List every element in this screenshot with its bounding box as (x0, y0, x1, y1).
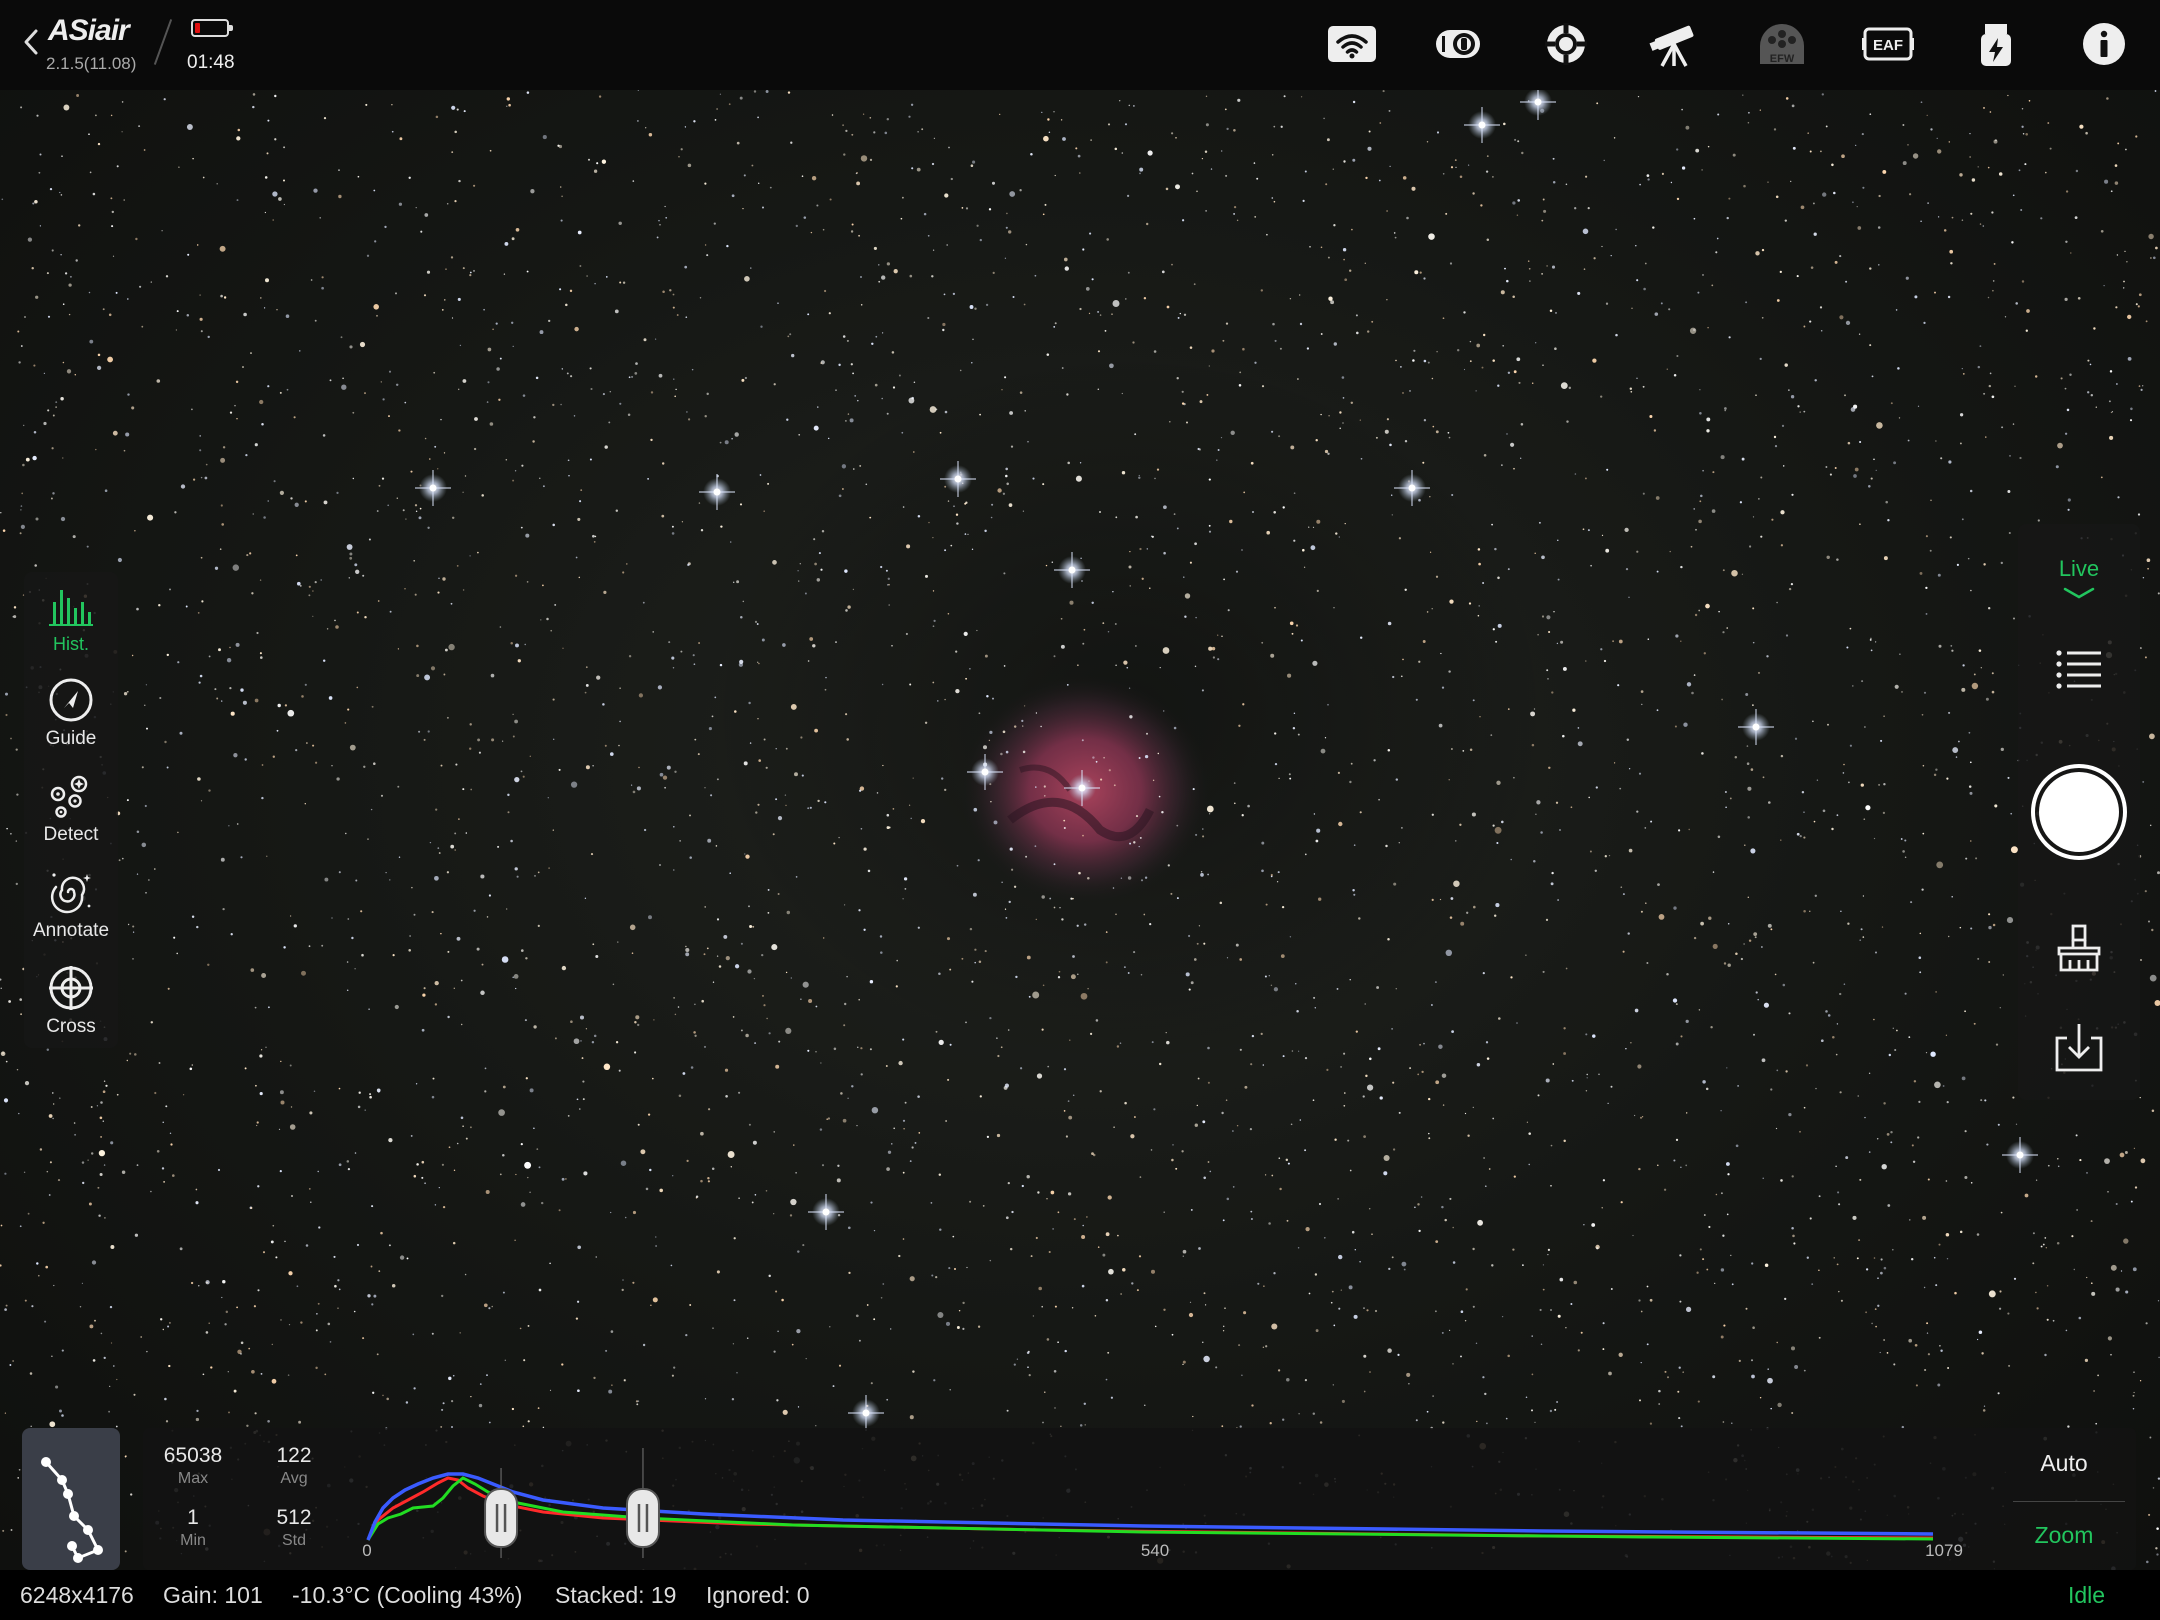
shutter-button[interactable] (2031, 764, 2127, 860)
app-logo: ASiair (48, 14, 130, 47)
list-icon[interactable] (2051, 639, 2107, 695)
tool-annotate-label: Annotate (32, 920, 110, 941)
black-point-handle[interactable] (484, 1488, 519, 1548)
status-state: Idle (2068, 1582, 2106, 1608)
clear-brush-icon[interactable] (2051, 922, 2107, 978)
guide-compass-icon (49, 678, 93, 722)
top-bar: ASiair 2.1.5(11.08) 01:48 EFW EAF (0, 0, 2160, 90)
live-image-view[interactable] (0, 90, 2160, 1570)
tool-cross-label: Cross (46, 1016, 96, 1037)
app-version: 2.1.5(11.08) (46, 54, 137, 73)
tool-guide-label: Guide (45, 728, 97, 749)
status-ignored: Ignored: 0 (706, 1582, 810, 1608)
right-control-panel: Live (2018, 524, 2140, 1100)
status-gain: Gain: 101 (163, 1582, 263, 1608)
auto-stretch-button[interactable]: Auto (2004, 1450, 2124, 1477)
status-stacked: Stacked: 19 (555, 1582, 677, 1608)
mode-selector-live[interactable]: Live (2018, 556, 2140, 582)
telescope-icon[interactable] (1646, 18, 1702, 70)
histogram-chart: 0 540 1079 (362, 1448, 1963, 1560)
info-icon[interactable] (2076, 18, 2132, 70)
status-bar: 6248x4176 Gain: 101 -10.3°C (Cooling 43%… (0, 1570, 2160, 1620)
constellation-icon (41, 1457, 103, 1563)
annotate-galaxy-icon (50, 873, 91, 914)
zoom-button[interactable]: Zoom (2004, 1522, 2124, 1549)
eaf-label: EAF (1873, 37, 1903, 54)
crosshair-icon (49, 966, 93, 1010)
axis-tick-540: 540 (1141, 1541, 1169, 1560)
axis-tick-1079: 1079 (1925, 1541, 1963, 1560)
battery-icon (191, 19, 233, 37)
hist-button-divider (2013, 1501, 2125, 1502)
eaf-icon[interactable]: EAF (1860, 18, 1916, 70)
plate-solve-target-button[interactable] (22, 1428, 120, 1570)
tool-cross[interactable]: Cross (24, 956, 118, 1048)
tool-annotate[interactable]: Annotate (24, 860, 118, 952)
status-temperature: -10.3°C (Cooling 43%) (292, 1582, 523, 1608)
efw-icon[interactable]: EFW (1754, 18, 1810, 70)
usb-power-icon[interactable] (1968, 18, 2024, 70)
wifi-icon[interactable] (1324, 18, 1380, 70)
tool-detect-label: Detect (43, 824, 99, 845)
save-download-icon[interactable] (2051, 1020, 2107, 1076)
camera-icon[interactable] (1430, 18, 1486, 70)
back-chevron-icon[interactable] (22, 28, 42, 56)
tool-guide[interactable]: Guide (24, 668, 118, 760)
tool-histogram[interactable]: Hist. (24, 574, 118, 666)
efw-label: EFW (1770, 53, 1795, 65)
star-field-image (0, 90, 2160, 1570)
left-tool-panel: Hist. Guide Detect Annotate Cross (24, 572, 118, 1048)
guide-scope-icon[interactable] (1538, 18, 1594, 70)
header-divider (153, 19, 173, 65)
tool-detect[interactable]: Detect (24, 764, 118, 856)
axis-tick-0: 0 (362, 1541, 371, 1560)
histogram-panel: 65038 Max 122 Avg 1 Min 512 Std 0 540 10… (143, 1428, 2136, 1570)
tool-histogram-label: Hist. (53, 634, 89, 654)
chevron-down-icon[interactable] (2062, 586, 2096, 600)
detect-stars-icon (50, 775, 88, 818)
histogram-icon (49, 590, 93, 626)
clock-time: 01:48 (187, 52, 235, 73)
white-point-handle[interactable] (625, 1488, 660, 1548)
status-resolution: 6248x4176 (20, 1582, 134, 1608)
